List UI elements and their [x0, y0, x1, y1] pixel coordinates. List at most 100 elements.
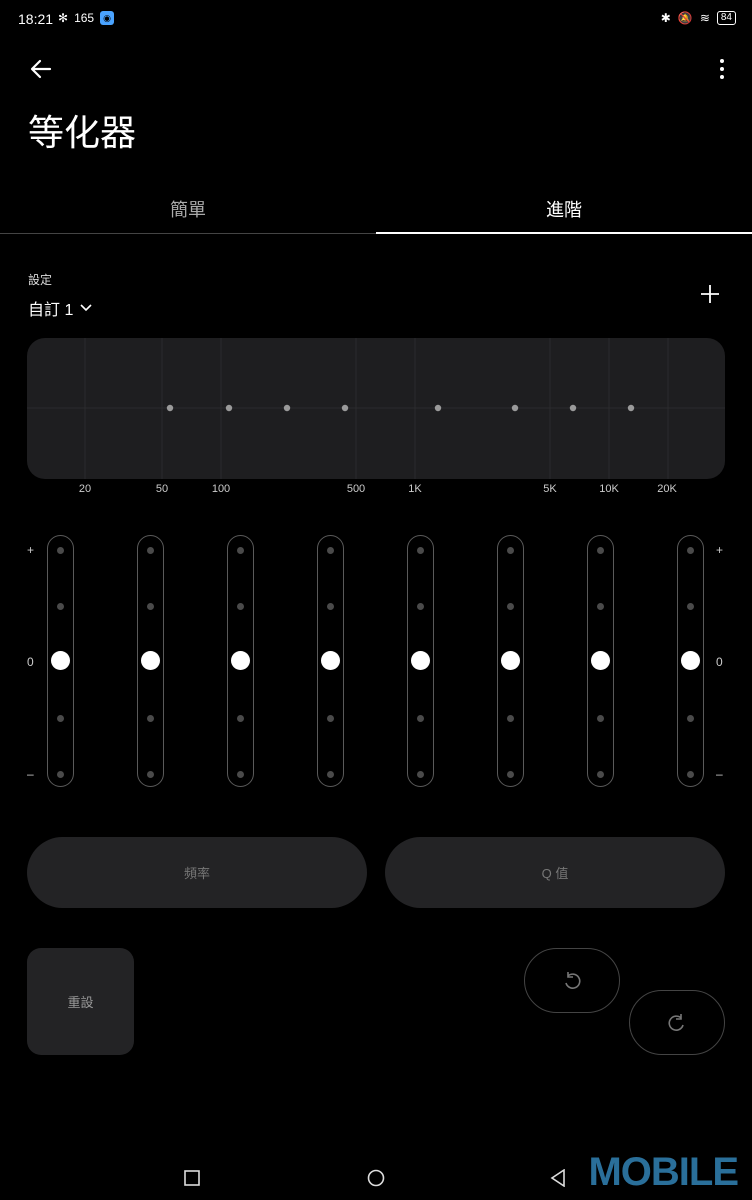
slider-tick: [597, 546, 604, 554]
undo-button[interactable]: [524, 948, 620, 1013]
back-button[interactable]: [26, 54, 56, 84]
undo-icon: [565, 971, 581, 989]
settings-label: 設定: [28, 273, 53, 287]
triangle-back-icon: [550, 1169, 565, 1187]
eq-point-7: [569, 404, 577, 412]
redo-button[interactable]: [629, 990, 725, 1055]
freq-label: 1K: [408, 483, 422, 495]
eq-point-6: [511, 404, 519, 412]
slider-tick: [57, 546, 64, 554]
status-right-icons: ✱ 🔕 ≋ 84: [661, 11, 736, 25]
slider-tick: [687, 546, 694, 554]
battery-icon: 84: [716, 11, 736, 25]
preset-value: 自訂 1: [28, 302, 74, 319]
freq-label: 50: [155, 483, 169, 495]
slider-thumb[interactable]: [321, 651, 340, 670]
slider-tick: [147, 602, 154, 610]
more-vertical-icon: [720, 59, 724, 79]
preset-dropdown[interactable]: 自訂 1: [28, 296, 93, 320]
frequency-axis: 20 50 100 500 1K 5K 10K 20K: [0, 483, 752, 499]
square-icon: [184, 1170, 200, 1186]
slider-thumb[interactable]: [231, 651, 250, 670]
status-left-icons: ✻ 165 ◉: [58, 11, 115, 25]
slider-tick: [507, 714, 514, 722]
eq-curve-graph: [27, 338, 725, 479]
plus-label-right: +: [716, 543, 724, 557]
home-button[interactable]: [364, 1166, 388, 1190]
more-options-button[interactable]: [712, 54, 732, 84]
eq-point-5: [434, 404, 442, 412]
freq-label: 10K: [599, 483, 619, 495]
redo-icon: [668, 1013, 684, 1031]
slider-thumb[interactable]: [141, 651, 160, 670]
slider-tick: [327, 714, 334, 722]
slider-tick: [237, 602, 244, 610]
eq-slider-8[interactable]: [677, 535, 704, 787]
reset-button[interactable]: 重設: [27, 948, 134, 1055]
eq-slider-4[interactable]: [317, 535, 344, 787]
app-badge-icon: ◉: [100, 11, 115, 25]
slider-tick: [147, 714, 154, 722]
slider-tick: [417, 770, 424, 778]
band-sliders: + 0 – + 0 –: [0, 535, 752, 787]
slider-tick: [237, 546, 244, 554]
arrow-left-icon: [30, 59, 52, 79]
chevron-down-icon: [80, 304, 92, 312]
slider-tick: [507, 546, 514, 554]
plus-icon: [701, 285, 719, 303]
eq-slider-3[interactable]: [227, 535, 254, 787]
slider-thumb[interactable]: [51, 651, 70, 670]
eq-point-8: [627, 404, 635, 412]
wifi-icon: ≋: [699, 11, 710, 25]
slider-tick: [327, 770, 334, 778]
add-preset-button[interactable]: [698, 282, 722, 306]
frequency-button[interactable]: 頻率: [27, 837, 367, 908]
minus-label-right: –: [716, 767, 723, 781]
freq-label: 5K: [543, 483, 557, 495]
slider-tick: [507, 770, 514, 778]
slider-tick: [147, 770, 154, 778]
eq-slider-2[interactable]: [137, 535, 164, 787]
bell-off-icon: 🔕: [677, 11, 693, 25]
recents-button[interactable]: [180, 1166, 204, 1190]
page-title: 等化器: [28, 113, 137, 154]
slider-tick: [327, 602, 334, 610]
zero-label-left: 0: [27, 655, 34, 669]
fan-icon: ✻: [58, 11, 69, 25]
eq-point-3: [283, 404, 291, 412]
tab-bar: 簡單 進階: [0, 184, 752, 234]
back-nav-button[interactable]: [546, 1166, 570, 1190]
zero-label-right: 0: [716, 655, 723, 669]
slider-tick: [417, 714, 424, 722]
slider-thumb[interactable]: [411, 651, 430, 670]
plus-label-left: +: [27, 543, 35, 557]
slider-tick: [57, 714, 64, 722]
eq-slider-7[interactable]: [587, 535, 614, 787]
eq-slider-6[interactable]: [497, 535, 524, 787]
slider-tick: [687, 602, 694, 610]
tab-simple[interactable]: 簡單: [0, 184, 376, 234]
eq-graph-svg: [27, 338, 725, 479]
eq-slider-1[interactable]: [47, 535, 74, 787]
slider-tick: [417, 546, 424, 554]
status-time: 18:21: [18, 11, 54, 27]
freq-label: 500: [346, 483, 366, 495]
slider-tick: [57, 770, 64, 778]
slider-tick: [687, 714, 694, 722]
eq-point-2: [225, 404, 233, 412]
slider-thumb[interactable]: [501, 651, 520, 670]
slider-tick: [237, 770, 244, 778]
eq-slider-5[interactable]: [407, 535, 434, 787]
freq-label: 100: [211, 483, 231, 495]
slider-thumb[interactable]: [591, 651, 610, 670]
slider-tick: [507, 602, 514, 610]
slider-tick: [417, 602, 424, 610]
slider-tick: [597, 602, 604, 610]
eq-point-1: [166, 404, 174, 412]
slider-tick: [687, 770, 694, 778]
eq-point-4: [341, 404, 349, 412]
tab-advanced[interactable]: 進階: [376, 184, 752, 234]
q-value-button[interactable]: Q 值: [385, 837, 725, 908]
watermark-logo: MOBILE: [588, 1150, 739, 1194]
slider-thumb[interactable]: [681, 651, 700, 670]
